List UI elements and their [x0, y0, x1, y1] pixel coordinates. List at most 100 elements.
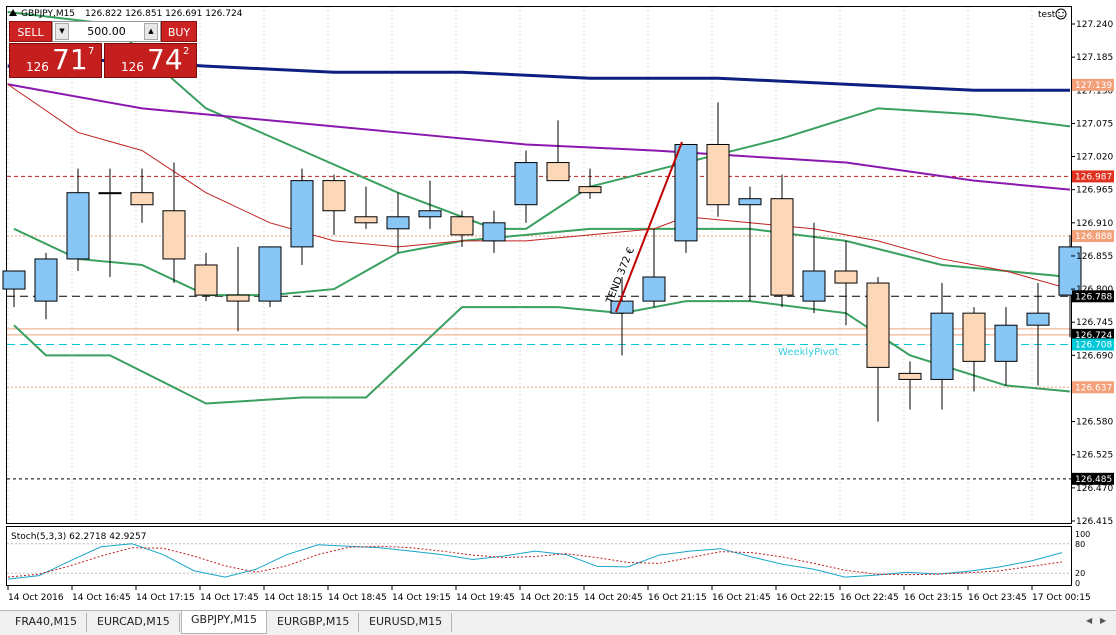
time-label: 14 Oct 19:45	[456, 593, 515, 603]
price-label-text: 126.708	[1075, 340, 1112, 350]
candle-body	[386, 216, 410, 230]
candle-body	[226, 294, 250, 302]
time-label: 14 Oct 20:15	[520, 593, 579, 603]
candle-body	[546, 162, 570, 182]
lot-size-value[interactable]: 500.00	[71, 22, 142, 41]
time-label: 16 Oct 22:45	[840, 593, 899, 603]
candle-body	[866, 282, 890, 368]
sell-price-pip: 7	[88, 46, 95, 57]
symbol-title: GBPJPY,M15	[21, 9, 75, 19]
tab-scroll-right-icon[interactable]: ▶	[1100, 616, 1106, 625]
candle-body	[66, 192, 90, 260]
time-label: 14 Oct 20:45	[584, 593, 643, 603]
time-label: 17 Oct 00:15	[1032, 593, 1091, 603]
tab-eurcad[interactable]: EURCAD,M15	[88, 613, 180, 632]
account-label: test	[1038, 10, 1056, 20]
axis-tick-label: 126.690	[1076, 351, 1113, 361]
time-label: 16 Oct 23:15	[904, 593, 963, 603]
candle-body	[962, 312, 986, 362]
axis-tick-label: 126.745	[1076, 318, 1113, 328]
buy-button[interactable]: BUY	[161, 21, 197, 42]
candle-body	[674, 143, 698, 242]
tab-eurgbp[interactable]: EURGBP,M15	[268, 613, 360, 632]
candle-body	[770, 198, 794, 296]
lot-size-stepper[interactable]: ▼ 500.00 ▲	[52, 21, 161, 42]
sell-price-prefix: 126	[26, 60, 49, 74]
chart-window[interactable]: TEND 372 € WeeklyPivot 127.240 127.185 127…	[0, 0, 1116, 610]
time-label: 14 Oct 19:15	[392, 593, 451, 603]
candle-body	[1026, 312, 1050, 326]
candle-body	[354, 216, 378, 224]
chart-tabs-bar: FRA40,M15 EURCAD,M15 GBPJPY,M15 EURGBP,M…	[0, 610, 1116, 635]
price-label-text: 127.139	[1075, 81, 1112, 91]
axis-tick-label: 126.525	[1076, 451, 1113, 461]
price-label-text: 126.485	[1075, 475, 1112, 485]
candle-body	[130, 192, 154, 206]
candle-body	[418, 210, 442, 218]
candle-body	[290, 180, 314, 248]
candle-body	[994, 324, 1018, 362]
candle-body	[802, 270, 826, 302]
sell-button[interactable]: SELL	[9, 21, 52, 42]
time-label: 14 Oct 17:15	[136, 593, 195, 603]
axis-tick-label: 127.075	[1076, 119, 1113, 129]
price-label-text: 126.788	[1075, 292, 1112, 302]
price-label-text: 126.987	[1075, 172, 1112, 182]
lot-decrease-icon[interactable]: ▼	[55, 23, 69, 40]
ohlc-values: 126.822 126.851 126.691 126.724	[85, 9, 243, 19]
time-label: 16 Oct 23:45	[968, 593, 1027, 603]
axis-tick-label: 126.965	[1076, 186, 1113, 196]
axis-tick-label: 126.580	[1076, 418, 1113, 428]
sell-price-button[interactable]: 126 71 7	[9, 43, 102, 78]
time-label: 14 Oct 17:45	[200, 593, 259, 603]
candle-body	[930, 312, 954, 380]
price-label-text: 126.888	[1075, 232, 1112, 242]
one-click-trading-panel: SELL ▼ 500.00 ▲ BUY 126 71 7 126 74 2	[9, 21, 197, 78]
time-label: 16 Oct 21:15	[648, 593, 707, 603]
lot-increase-icon[interactable]: ▲	[144, 23, 158, 40]
time-label: 14 Oct 16:45	[72, 593, 131, 603]
candle-body	[98, 192, 122, 195]
axis-tick-label: 126.855	[1076, 252, 1113, 262]
axis-tick-label: 126.470	[1076, 484, 1113, 494]
candle-body	[642, 276, 666, 302]
time-label: 16 Oct 21:45	[712, 593, 771, 603]
stoch-axis-label: 100	[1075, 530, 1090, 539]
tab-eurusd[interactable]: EURUSD,M15	[360, 613, 453, 632]
time-label: 14 Oct 18:45	[328, 593, 387, 603]
candle-body	[194, 264, 218, 296]
axis-tick-label: 126.415	[1076, 517, 1113, 527]
candle-body	[162, 210, 186, 260]
candle-body	[482, 222, 506, 242]
time-label: 14 Oct 2016	[8, 593, 64, 603]
tab-fra40[interactable]: FRA40,M15	[6, 613, 88, 632]
candle-body	[834, 270, 858, 284]
time-label: 16 Oct 22:15	[776, 593, 835, 603]
buy-price-big: 74	[147, 43, 183, 76]
stoch-axis-label: 20	[1075, 569, 1085, 578]
candle-body	[898, 372, 922, 380]
candle-body	[2, 270, 26, 290]
candle-body	[738, 198, 762, 206]
weekly-pivot-label: WeeklyPivot	[778, 347, 839, 358]
stoch-title: Stoch(5,3,3) 62.2718 42.9257	[11, 532, 146, 542]
price-label-text: 126.637	[1075, 383, 1112, 393]
candle-body	[706, 143, 730, 206]
stoch-axis-label: 0	[1075, 579, 1080, 588]
axis-tick-label: 127.020	[1076, 153, 1113, 163]
time-axis: 14 Oct 2016 14 Oct 16:45 14 Oct 17:15 14 Oc…	[7, 586, 1091, 603]
tab-scroll-left-icon[interactable]: ◀	[1086, 616, 1092, 625]
buy-price-pip: 2	[183, 46, 190, 57]
buy-price-prefix: 126	[121, 60, 144, 74]
candle-body	[34, 258, 58, 302]
main-chart-frame	[6, 6, 1072, 524]
candle-body	[258, 246, 282, 302]
tab-gbpjpy[interactable]: GBPJPY,M15	[181, 611, 268, 634]
candle-body	[450, 216, 474, 236]
buy-price-button[interactable]: 126 74 2	[104, 43, 197, 78]
candle-body	[578, 186, 602, 194]
axis-tick-label: 127.185	[1076, 53, 1113, 63]
candle-body	[514, 162, 538, 206]
stoch-axis-label: 80	[1075, 540, 1085, 549]
price-chart[interactable]: TEND 372 € WeeklyPivot 127.240127.185127…	[0, 0, 1116, 610]
